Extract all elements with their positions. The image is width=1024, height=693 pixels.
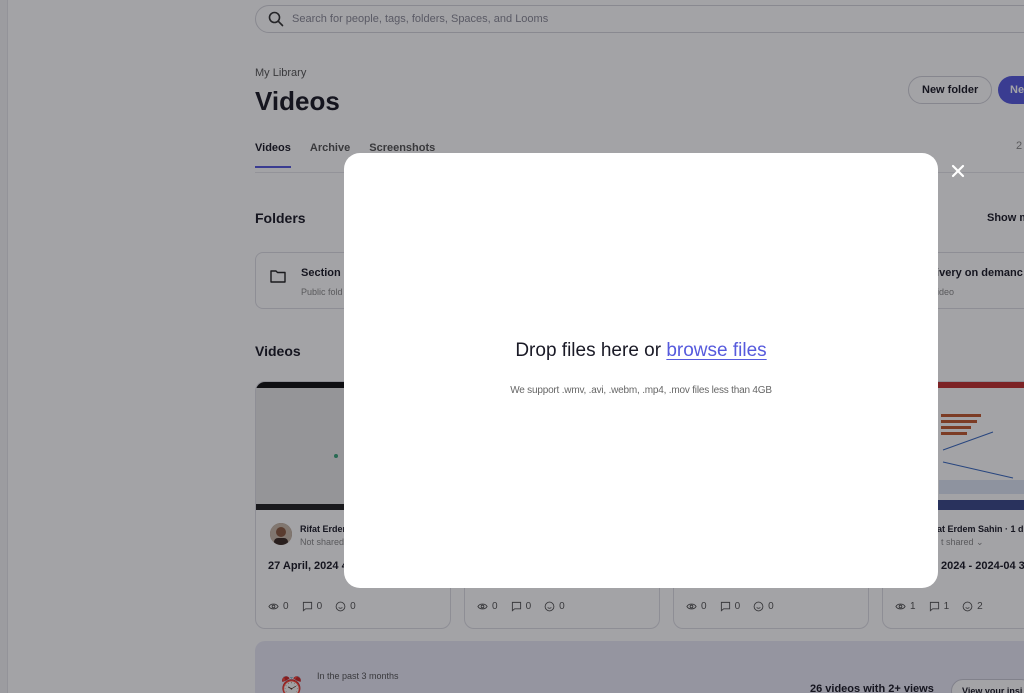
supported-formats-text: We support .wmv, .avi, .webm, .mp4, .mov…	[510, 385, 772, 396]
drop-files-label: Drop files here or	[515, 340, 662, 361]
browse-files-link[interactable]: browse files	[666, 340, 766, 361]
upload-dialog[interactable]: Drop files here or browse files We suppo…	[344, 153, 938, 588]
close-dialog-button[interactable]	[947, 160, 969, 182]
drop-zone-text: Drop files here or browse files	[344, 340, 938, 362]
close-icon	[951, 164, 965, 178]
